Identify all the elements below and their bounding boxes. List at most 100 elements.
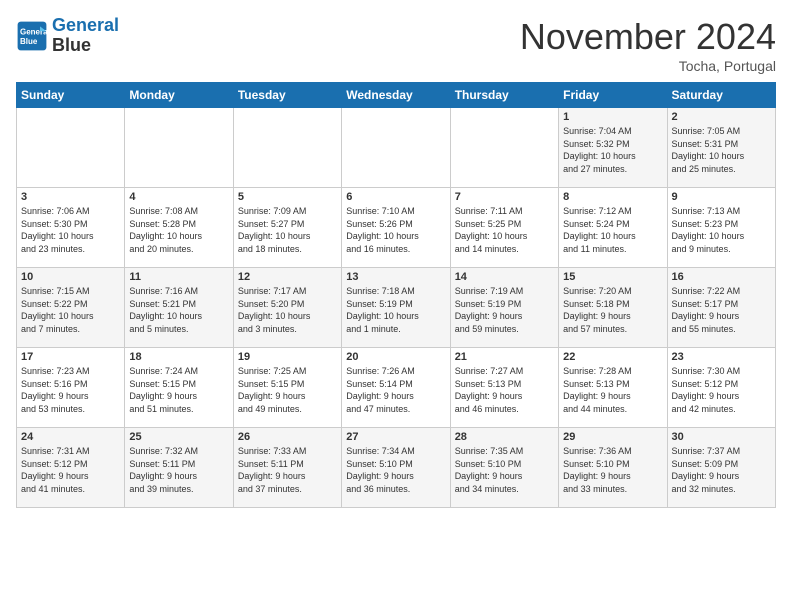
day-info: Sunrise: 7:19 AM Sunset: 5:19 PM Dayligh… xyxy=(455,285,554,335)
header-cell-saturday: Saturday xyxy=(667,83,775,108)
day-number: 18 xyxy=(129,351,228,363)
calendar-cell: 9 Sunrise: 7:13 AM Sunset: 5:23 PM Daylig… xyxy=(667,188,775,268)
day-info: Sunrise: 7:35 AM Sunset: 5:10 PM Dayligh… xyxy=(455,445,554,495)
day-number: 2 xyxy=(672,111,771,123)
day-number: 28 xyxy=(455,431,554,443)
calendar-cell: 18Sunrise: 7:24 AM Sunset: 5:15 PM Dayli… xyxy=(125,348,233,428)
day-number: 17 xyxy=(21,351,120,363)
day-number: 13 xyxy=(346,271,445,283)
calendar-cell: 17 Sunrise: 7:23 AM Sunset: 5:16 PM Dayli… xyxy=(17,348,125,428)
logo-text: General Blue xyxy=(52,16,119,56)
calendar-cell: 24Sunrise: 7:31 AM Sunset: 5:12 PM Dayli… xyxy=(17,428,125,508)
calendar-cell: 30Sunrise: 7:37 AM Sunset: 5:09 PM Dayli… xyxy=(667,428,775,508)
calendar-cell: 6 Sunrise: 7:10 AM Sunset: 5:26 PM Daylig… xyxy=(342,188,450,268)
day-number: 20 xyxy=(346,351,445,363)
day-info: Sunrise: 7:23 AM Sunset: 5:16 PM Dayligh… xyxy=(21,365,120,415)
header-cell-sunday: Sunday xyxy=(17,83,125,108)
day-info: Sunrise: 7:33 AM Sunset: 5:11 PM Dayligh… xyxy=(238,445,337,495)
day-number: 23 xyxy=(672,351,771,363)
day-info: Sunrise: 7:10 AM Sunset: 5:26 PM Dayligh… xyxy=(346,205,445,255)
calendar-cell: 22 Sunrise: 7:28 AM Sunset: 5:13 PM Dayli… xyxy=(559,348,667,428)
calendar-header: SundayMondayTuesdayWednesdayThursdayFrid… xyxy=(17,83,776,108)
calendar-cell xyxy=(233,108,341,188)
day-number: 21 xyxy=(455,351,554,363)
day-number: 6 xyxy=(346,191,445,203)
logo-icon: General Blue xyxy=(16,20,48,52)
day-info: Sunrise: 7:30 AM Sunset: 5:12 PM Dayligh… xyxy=(672,365,771,415)
calendar-cell xyxy=(125,108,233,188)
day-info: Sunrise: 7:15 AM Sunset: 5:22 PM Dayligh… xyxy=(21,285,120,335)
calendar-cell: 16 Sunrise: 7:22 AM Sunset: 5:17 PM Dayli… xyxy=(667,268,775,348)
day-info: Sunrise: 7:05 AM Sunset: 5:31 PM Dayligh… xyxy=(672,125,771,175)
day-info: Sunrise: 7:26 AM Sunset: 5:14 PM Dayligh… xyxy=(346,365,445,415)
day-number: 14 xyxy=(455,271,554,283)
calendar-cell: 1 Sunrise: 7:04 AM Sunset: 5:32 PM Daylig… xyxy=(559,108,667,188)
day-number: 7 xyxy=(455,191,554,203)
day-info: Sunrise: 7:09 AM Sunset: 5:27 PM Dayligh… xyxy=(238,205,337,255)
day-info: Sunrise: 7:18 AM Sunset: 5:19 PM Dayligh… xyxy=(346,285,445,335)
header-cell-wednesday: Wednesday xyxy=(342,83,450,108)
day-number: 19 xyxy=(238,351,337,363)
svg-text:General: General xyxy=(20,27,48,36)
day-info: Sunrise: 7:22 AM Sunset: 5:17 PM Dayligh… xyxy=(672,285,771,335)
day-info: Sunrise: 7:04 AM Sunset: 5:32 PM Dayligh… xyxy=(563,125,662,175)
day-info: Sunrise: 7:28 AM Sunset: 5:13 PM Dayligh… xyxy=(563,365,662,415)
day-number: 4 xyxy=(129,191,228,203)
day-info: Sunrise: 7:08 AM Sunset: 5:28 PM Dayligh… xyxy=(129,205,228,255)
calendar-cell: 15 Sunrise: 7:20 AM Sunset: 5:18 PM Dayli… xyxy=(559,268,667,348)
calendar-cell xyxy=(342,108,450,188)
day-number: 29 xyxy=(563,431,662,443)
calendar-cell: 4 Sunrise: 7:08 AM Sunset: 5:28 PM Daylig… xyxy=(125,188,233,268)
calendar-cell: 23 Sunrise: 7:30 AM Sunset: 5:12 PM Dayli… xyxy=(667,348,775,428)
header-cell-friday: Friday xyxy=(559,83,667,108)
day-info: Sunrise: 7:34 AM Sunset: 5:10 PM Dayligh… xyxy=(346,445,445,495)
day-info: Sunrise: 7:06 AM Sunset: 5:30 PM Dayligh… xyxy=(21,205,120,255)
calendar-cell: 12Sunrise: 7:17 AM Sunset: 5:20 PM Dayli… xyxy=(233,268,341,348)
calendar-week-1: 1 Sunrise: 7:04 AM Sunset: 5:32 PM Daylig… xyxy=(17,108,776,188)
location: Tocha, Portugal xyxy=(520,58,776,74)
calendar-cell: 11Sunrise: 7:16 AM Sunset: 5:21 PM Dayli… xyxy=(125,268,233,348)
day-number: 1 xyxy=(563,111,662,123)
calendar-cell: 7 Sunrise: 7:11 AM Sunset: 5:25 PM Daylig… xyxy=(450,188,558,268)
calendar-cell: 29 Sunrise: 7:36 AM Sunset: 5:10 PM Dayli… xyxy=(559,428,667,508)
calendar-week-5: 24Sunrise: 7:31 AM Sunset: 5:12 PM Dayli… xyxy=(17,428,776,508)
calendar-cell: 26 Sunrise: 7:33 AM Sunset: 5:11 PM Dayli… xyxy=(233,428,341,508)
day-number: 5 xyxy=(238,191,337,203)
calendar-cell: 3 Sunrise: 7:06 AM Sunset: 5:30 PM Daylig… xyxy=(17,188,125,268)
day-number: 10 xyxy=(21,271,120,283)
day-info: Sunrise: 7:27 AM Sunset: 5:13 PM Dayligh… xyxy=(455,365,554,415)
day-number: 15 xyxy=(563,271,662,283)
day-info: Sunrise: 7:12 AM Sunset: 5:24 PM Dayligh… xyxy=(563,205,662,255)
page-header: General Blue General Blue November 2024 … xyxy=(16,16,776,74)
calendar-cell: 19Sunrise: 7:25 AM Sunset: 5:15 PM Dayli… xyxy=(233,348,341,428)
calendar-cell: 10 Sunrise: 7:15 AM Sunset: 5:22 PM Dayli… xyxy=(17,268,125,348)
header-cell-monday: Monday xyxy=(125,83,233,108)
calendar-cell xyxy=(450,108,558,188)
day-info: Sunrise: 7:11 AM Sunset: 5:25 PM Dayligh… xyxy=(455,205,554,255)
day-info: Sunrise: 7:37 AM Sunset: 5:09 PM Dayligh… xyxy=(672,445,771,495)
day-info: Sunrise: 7:36 AM Sunset: 5:10 PM Dayligh… xyxy=(563,445,662,495)
day-info: Sunrise: 7:32 AM Sunset: 5:11 PM Dayligh… xyxy=(129,445,228,495)
month-title: November 2024 xyxy=(520,16,776,58)
day-number: 12 xyxy=(238,271,337,283)
calendar-table: SundayMondayTuesdayWednesdayThursdayFrid… xyxy=(16,82,776,508)
day-number: 8 xyxy=(563,191,662,203)
day-number: 26 xyxy=(238,431,337,443)
calendar-week-2: 3 Sunrise: 7:06 AM Sunset: 5:30 PM Daylig… xyxy=(17,188,776,268)
day-number: 3 xyxy=(21,191,120,203)
day-number: 25 xyxy=(129,431,228,443)
header-cell-tuesday: Tuesday xyxy=(233,83,341,108)
calendar-cell: 13 Sunrise: 7:18 AM Sunset: 5:19 PM Dayli… xyxy=(342,268,450,348)
day-number: 22 xyxy=(563,351,662,363)
header-row: SundayMondayTuesdayWednesdayThursdayFrid… xyxy=(17,83,776,108)
day-info: Sunrise: 7:13 AM Sunset: 5:23 PM Dayligh… xyxy=(672,205,771,255)
day-info: Sunrise: 7:16 AM Sunset: 5:21 PM Dayligh… xyxy=(129,285,228,335)
day-number: 16 xyxy=(672,271,771,283)
calendar-cell: 5 Sunrise: 7:09 AM Sunset: 5:27 PM Daylig… xyxy=(233,188,341,268)
svg-text:Blue: Blue xyxy=(20,37,38,46)
header-cell-thursday: Thursday xyxy=(450,83,558,108)
calendar-cell: 2 Sunrise: 7:05 AM Sunset: 5:31 PM Daylig… xyxy=(667,108,775,188)
day-info: Sunrise: 7:20 AM Sunset: 5:18 PM Dayligh… xyxy=(563,285,662,335)
day-number: 9 xyxy=(672,191,771,203)
logo: General Blue General Blue xyxy=(16,16,119,56)
